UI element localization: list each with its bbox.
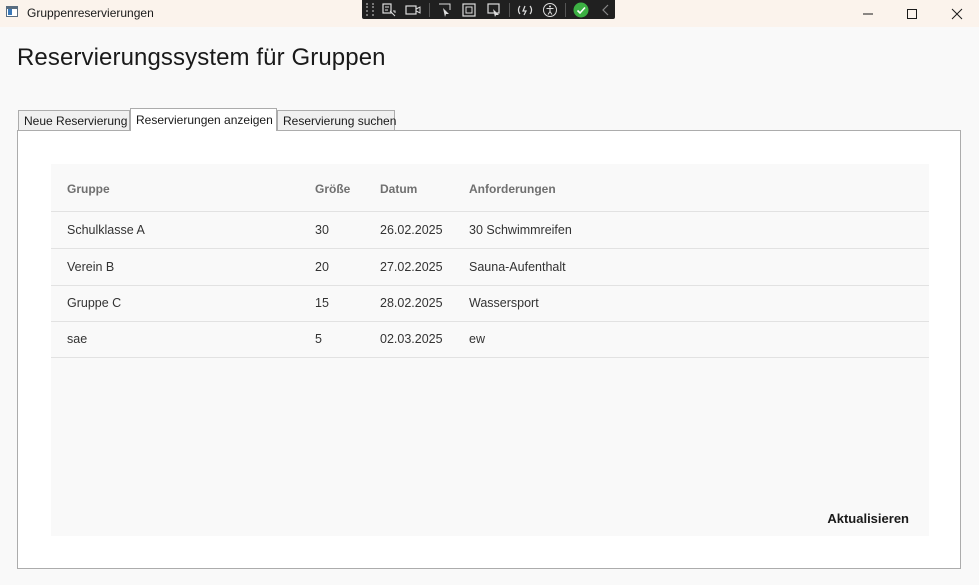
cell-requirements: 30 Schwimmreifen	[469, 223, 572, 237]
table-row[interactable]: sae 5 02.03.2025 ew	[51, 321, 929, 358]
cell-size: 5	[315, 332, 322, 346]
close-icon	[951, 8, 962, 19]
table-header: Gruppe Größe Datum Anforderungen	[51, 164, 929, 212]
maximize-icon	[906, 8, 917, 19]
toolbar-separator	[428, 2, 430, 17]
cell-date: 28.02.2025	[380, 296, 443, 310]
cell-date: 02.03.2025	[380, 332, 443, 346]
select-element-icon[interactable]	[437, 2, 454, 18]
minimize-button[interactable]	[845, 0, 890, 27]
live-visual-tree-icon[interactable]	[381, 2, 398, 18]
table-row[interactable]: Verein B 20 27.02.2025 Sauna-Aufenthalt	[51, 249, 929, 286]
column-header-requirements[interactable]: Anforderungen	[469, 182, 556, 196]
display-layout-adorners-icon[interactable]	[461, 2, 478, 18]
table-row[interactable]: Schulklasse A 30 26.02.2025 30 Schwimmre…	[51, 212, 929, 249]
column-header-group[interactable]: Gruppe	[67, 182, 110, 196]
cell-group: Schulklasse A	[67, 223, 145, 237]
tab-new-reservation[interactable]: Neue Reservierung	[18, 110, 130, 130]
window-titlebar: Gruppenreservierungen	[0, 0, 979, 27]
tab-panel: Gruppe Größe Datum Anforderungen Schulkl…	[17, 130, 961, 569]
hot-reload-icon[interactable]	[517, 2, 534, 18]
cell-size: 20	[315, 260, 329, 274]
app-icon	[6, 6, 18, 17]
cell-group: Verein B	[67, 260, 115, 274]
grip-handle-icon[interactable]	[366, 3, 374, 16]
cell-requirements: ew	[469, 332, 485, 346]
toolbar-separator	[565, 2, 567, 17]
binding-ok-icon[interactable]	[573, 2, 590, 18]
track-focus-icon[interactable]	[486, 2, 503, 18]
page-title: Reservierungssystem für Gruppen	[17, 44, 386, 71]
cell-date: 27.02.2025	[380, 260, 443, 274]
record-icon[interactable]	[405, 2, 422, 18]
cell-date: 26.02.2025	[380, 223, 443, 237]
tab-show-reservations[interactable]: Reservierungen anzeigen	[130, 108, 277, 131]
collapse-icon[interactable]	[598, 2, 615, 18]
tab-search-reservation[interactable]: Reservierung suchen	[277, 110, 396, 130]
cell-size: 30	[315, 223, 329, 237]
accessibility-icon[interactable]	[542, 2, 559, 18]
minimize-icon	[862, 13, 873, 14]
maximize-button[interactable]	[889, 0, 934, 27]
column-header-size[interactable]: Größe	[315, 182, 350, 196]
cell-group: Gruppe C	[67, 296, 122, 310]
refresh-button[interactable]: Aktualisieren	[825, 506, 911, 530]
cell-requirements: Sauna-Aufenthalt	[469, 260, 566, 274]
cell-requirements: Wassersport	[469, 296, 539, 310]
toolbar-separator	[509, 2, 511, 17]
debug-toolbar	[362, 0, 615, 19]
close-button[interactable]	[934, 0, 979, 27]
window-title: Gruppenreservierungen	[27, 6, 154, 20]
column-header-date[interactable]: Datum	[380, 182, 417, 196]
reservations-table[interactable]: Gruppe Größe Datum Anforderungen Schulkl…	[51, 164, 929, 536]
cell-size: 15	[315, 296, 329, 310]
table-row[interactable]: Gruppe C 15 28.02.2025 Wassersport	[51, 285, 929, 322]
cell-group: sae	[67, 332, 88, 346]
